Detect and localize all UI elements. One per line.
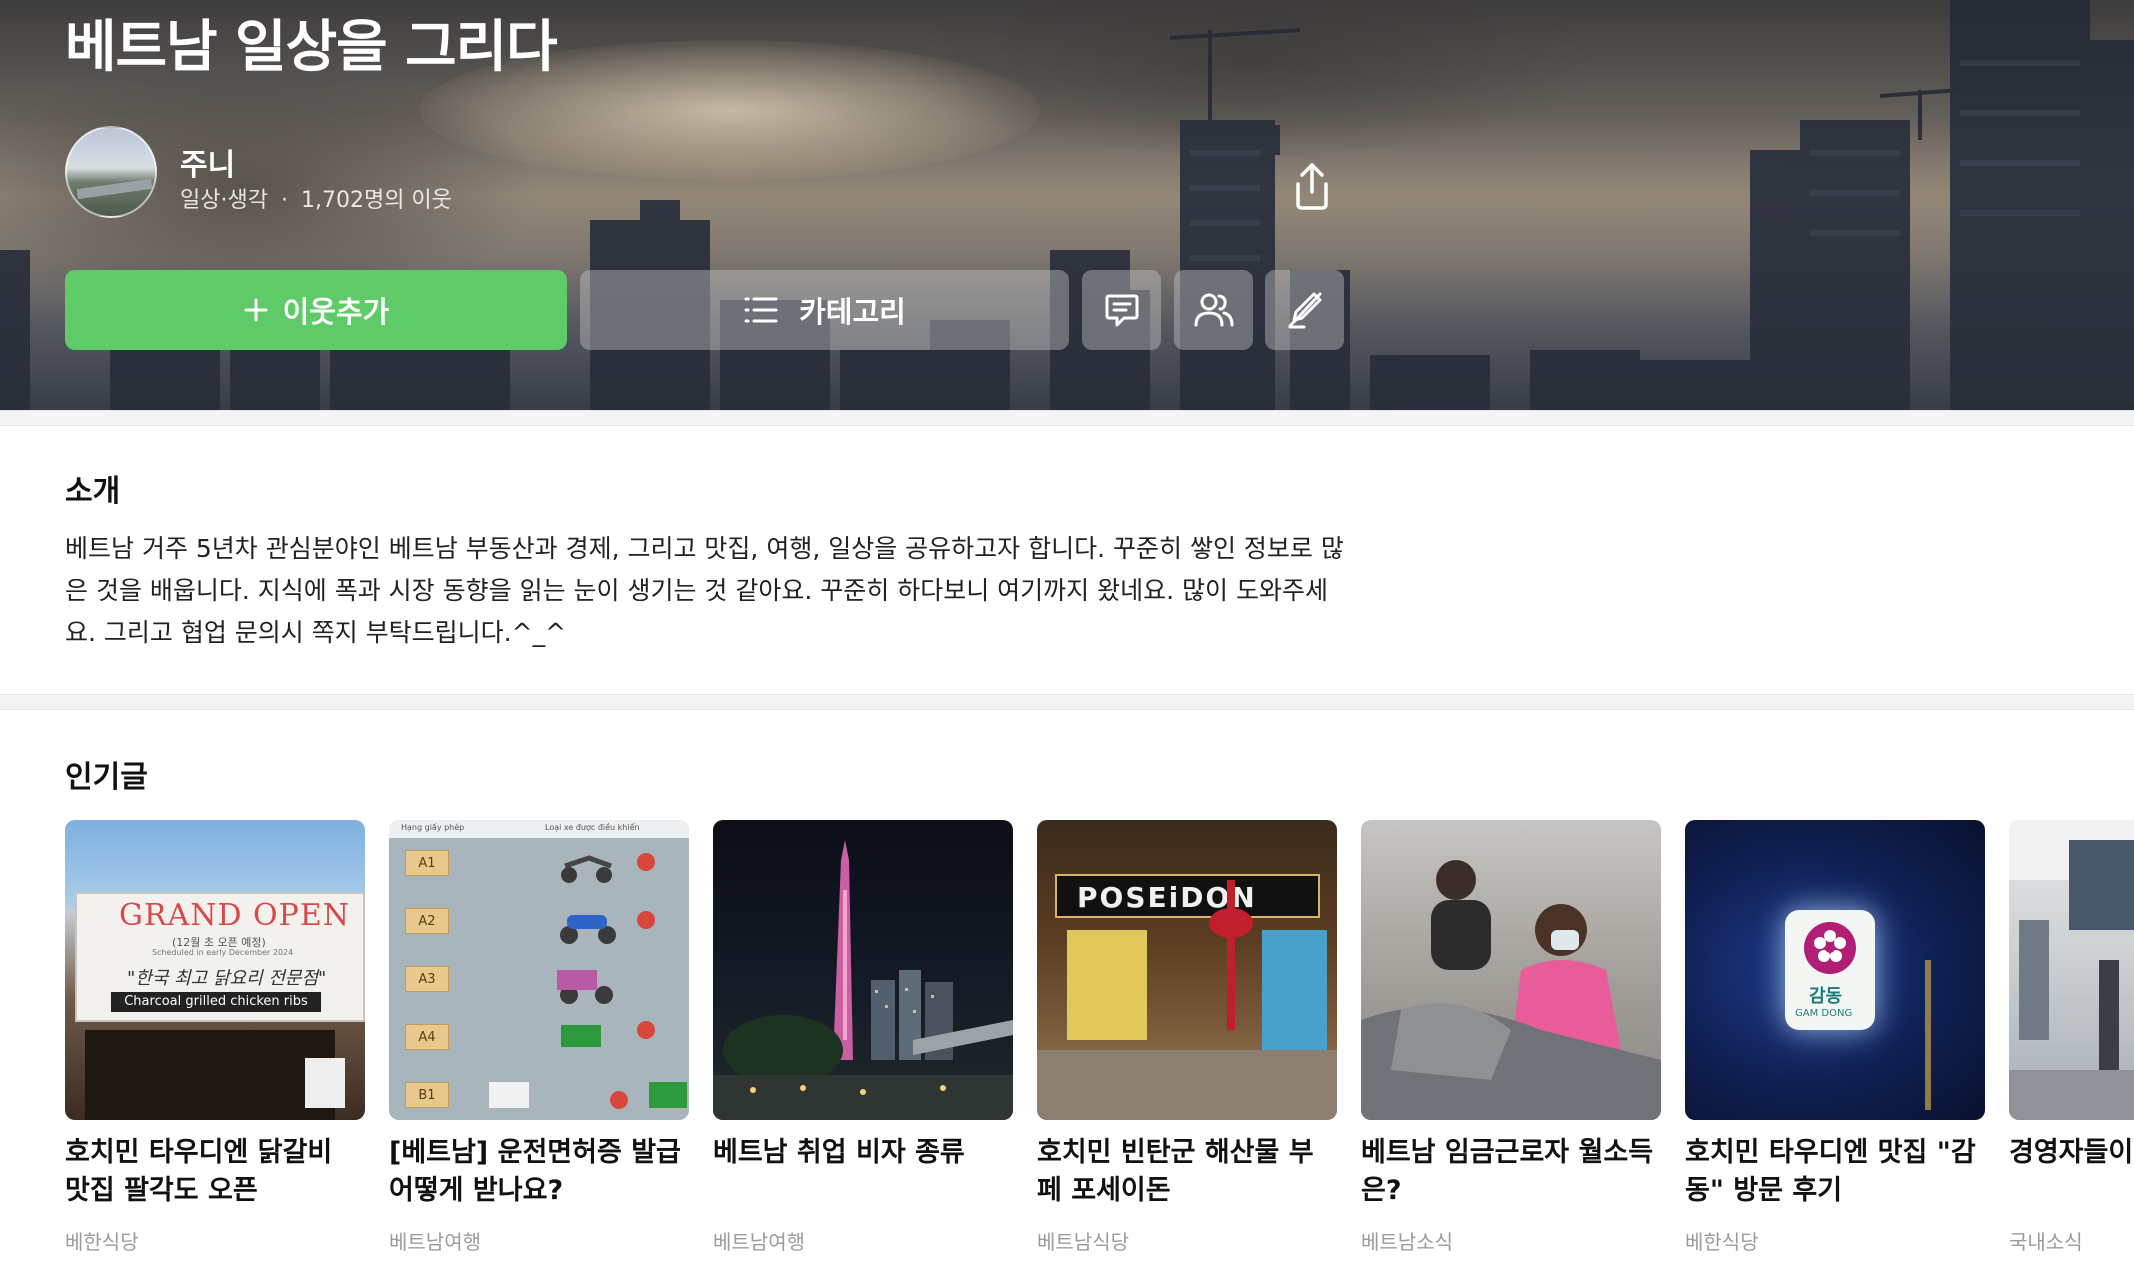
thumb-bow (1209, 908, 1253, 938)
post-card[interactable]: 베트남 임금근로자 월소득은? 베트남소식 (1361, 820, 1661, 1254)
thumb-door (85, 1030, 335, 1120)
avatar-road (76, 178, 153, 200)
post-thumbnail[interactable]: POSEiDON (1037, 820, 1337, 1120)
avatar[interactable] (65, 126, 157, 218)
post-thumbnail[interactable] (2009, 820, 2134, 1120)
neighbor-count[interactable]: 1,702명의 이웃 (301, 188, 452, 213)
thumb-banner: GRAND OPEN (12월 초 오픈 예정) Scheduled in ea… (75, 892, 365, 1022)
add-neighbor-label: 이웃추가 (282, 295, 390, 329)
thumb-workers (1361, 860, 1661, 1120)
post-card[interactable]: POSEiDON 호치민 빈탄군 해산물 부페 포세이돈 베트남식당 (1037, 820, 1337, 1254)
blog-category: 일상·생각 (180, 188, 268, 213)
guestbook-button[interactable] (1082, 270, 1161, 350)
thumb-ribbon (1227, 880, 1235, 1030)
thumb-vehicles (489, 853, 687, 1109)
subscribe-off-button[interactable] (1265, 270, 1344, 350)
post-title[interactable]: 호치민 타우디엔 닭갈비 맛집 팔각도 오픈 (65, 1134, 365, 1210)
share-button[interactable] (1290, 162, 1334, 212)
thumb-banner-en: Charcoal grilled chicken ribs (111, 992, 321, 1012)
intro-text: 베트남 거주 5년차 관심분야인 베트남 부동산과 경제, 그리고 맛집, 여행… (65, 534, 1344, 647)
thumb-banner-kr: "한국 최고 닭요리 전문점" (127, 968, 327, 989)
popular-heading: 인기글 (65, 760, 148, 795)
add-neighbor-button[interactable]: 이웃추가 (65, 270, 567, 350)
message-icon (1105, 294, 1138, 327)
post-thumbnail[interactable]: GRAND OPEN (12월 초 오픈 예정) Scheduled in ea… (65, 820, 365, 1120)
meta-separator: · (280, 188, 288, 213)
post-category[interactable]: 베트남식당 (1037, 1226, 1129, 1255)
plus-icon (244, 298, 268, 322)
post-category[interactable]: 베트남여행 (389, 1226, 481, 1255)
thumb-screen (1067, 930, 1147, 1040)
intro-heading: 소개 (65, 474, 121, 509)
thumb-screen (1262, 930, 1327, 1050)
post-category[interactable]: 국내소식 (2009, 1226, 2083, 1255)
category-label: 카테고리 (799, 295, 906, 329)
thumb-airport (2009, 820, 2134, 1120)
section-divider (0, 410, 2134, 426)
thumb-banner-sub2: Scheduled in early December 2024 (152, 948, 294, 957)
post-title[interactable]: 베트남 임금근로자 월소득은? (1361, 1134, 1661, 1210)
list-icon (744, 297, 778, 323)
post-thumbnail[interactable] (713, 820, 1013, 1120)
thumb-floor (1037, 1050, 1337, 1120)
blog-title: 베트남 일상을 그리다 (65, 15, 558, 80)
post-thumbnail[interactable]: 감동 GAM DONG (1685, 820, 1985, 1120)
post-title[interactable]: 호치민 타우디엔 맛집 "감동" 방문 후기 (1685, 1134, 1985, 1210)
share-icon (1296, 163, 1328, 210)
post-card[interactable]: GRAND OPEN (12월 초 오픈 예정) Scheduled in ea… (65, 820, 365, 1254)
thumb-night-skyline (713, 840, 1013, 1120)
thumb-glow-line (1925, 960, 1931, 1110)
post-card[interactable]: 감동 GAM DONG 호치민 타우디엔 맛집 "감동" 방문 후기 베한식당 (1685, 820, 1985, 1254)
post-card[interactable]: 베트남 취업 비자 종류 베트남여행 (713, 820, 1013, 1254)
thumb-sign-board: POSEiDON (1055, 874, 1320, 918)
pen-off-icon (1288, 292, 1321, 329)
thumb-window (305, 1058, 345, 1108)
post-title[interactable]: 호치민 빈탄군 해산물 부페 포세이돈 (1037, 1134, 1337, 1210)
post-title[interactable]: 베트남 취업 비자 종류 (713, 1134, 1013, 1172)
category-button[interactable]: 카테고리 (580, 270, 1069, 350)
flower-icon (1804, 922, 1856, 974)
popular-posts-list: GRAND OPEN (12월 초 오픈 예정) Scheduled in ea… (65, 820, 2134, 1286)
post-category[interactable]: 베한식당 (1685, 1226, 1759, 1255)
post-card[interactable]: Hạng giấy phép Loại xe được điều khiển A… (389, 820, 689, 1254)
blog-nickname[interactable]: 주니 (180, 140, 235, 184)
post-card[interactable]: 경영자들이 똑똑하면 해 국내소식 (2009, 820, 2134, 1254)
users-icon (1194, 293, 1233, 327)
post-category[interactable]: 베트남소식 (1361, 1226, 1453, 1255)
thumb-sign-kr: 감동 (1809, 986, 1843, 1007)
section-divider (0, 694, 2134, 710)
neighbors-button[interactable] (1174, 270, 1253, 350)
post-category[interactable]: 베트남여행 (713, 1226, 805, 1255)
blog-meta: 일상·생각 · 1,702명의 이웃 (180, 182, 452, 214)
thumb-sign-en: GAM DONG (1795, 1008, 1853, 1019)
post-thumbnail[interactable] (1361, 820, 1661, 1120)
post-title[interactable]: 경영자들이 똑똑하면 해 (2009, 1134, 2134, 1172)
post-title[interactable]: [베트남] 운전면허증 발급 어떻게 받나요? (389, 1134, 689, 1210)
post-thumbnail[interactable]: Hạng giấy phép Loại xe được điều khiển A… (389, 820, 689, 1120)
post-category[interactable]: 베한식당 (65, 1226, 139, 1255)
thumb-banner-main: GRAND OPEN (119, 898, 350, 933)
thumb-lightbox: 감동 GAM DONG (1785, 910, 1875, 1030)
